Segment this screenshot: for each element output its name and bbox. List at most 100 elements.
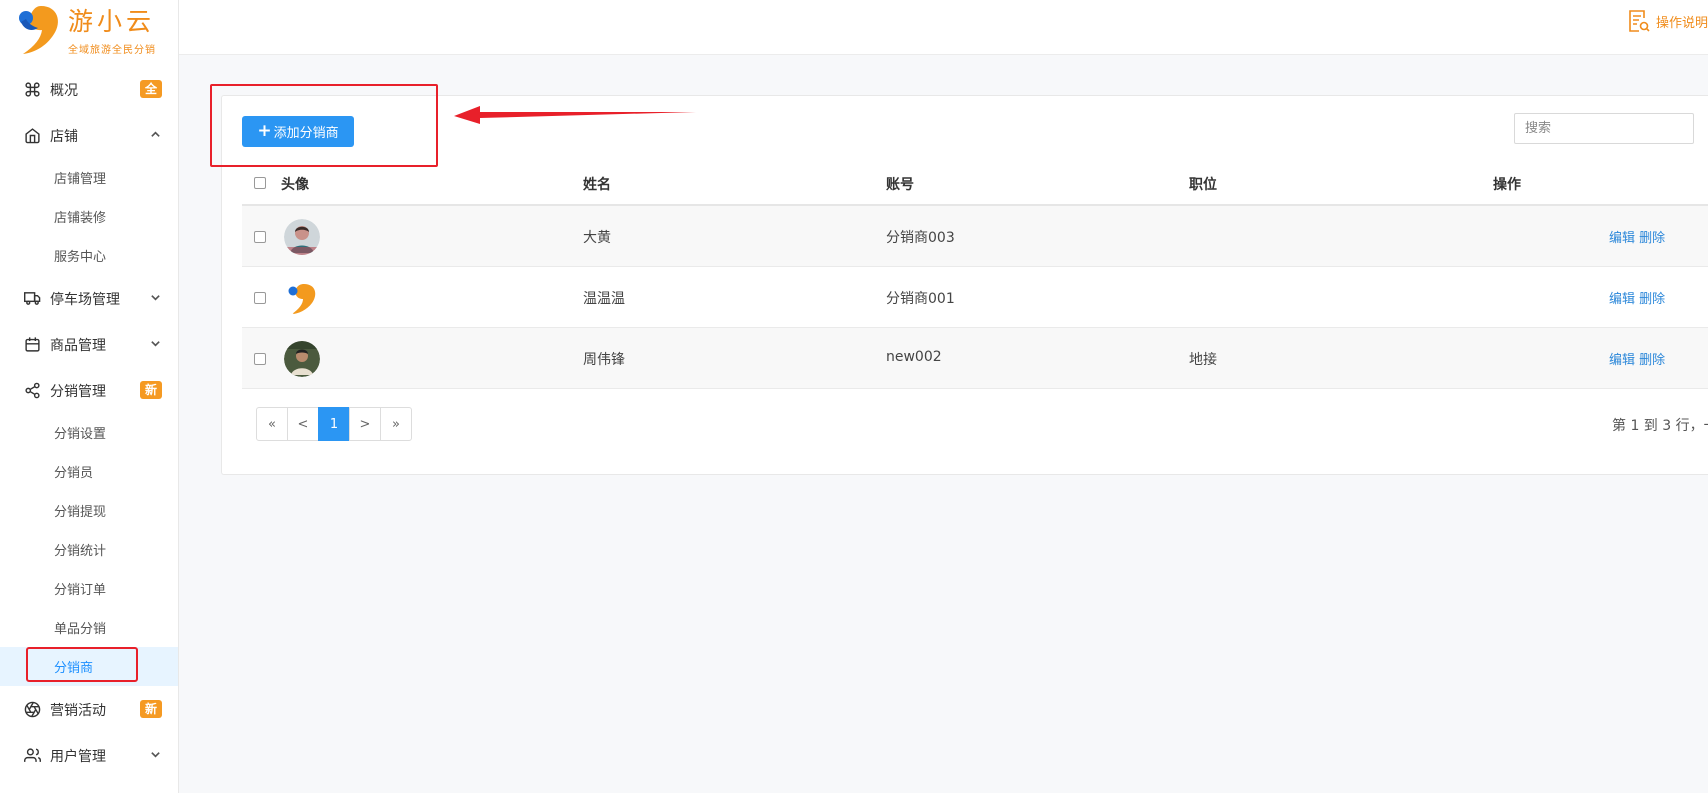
document-search-icon <box>1629 10 1650 32</box>
sidebar-subitem-label: 分销提现 <box>54 505 107 520</box>
sidebar-subitem-label: 服务中心 <box>54 250 107 265</box>
row-actions: 编辑 删除 <box>1609 349 1665 368</box>
help-label: 操作说明 <box>1655 15 1708 31</box>
sidebar-item-label: 商品管理 <box>50 338 106 354</box>
cell-name: 周伟锋 <box>583 352 625 368</box>
badge-new: 新 <box>140 381 162 399</box>
page-next-button[interactable]: > <box>349 407 381 441</box>
cell-name: 温温温 <box>583 291 625 307</box>
avatar <box>284 341 320 377</box>
cell-account: 分销商001 <box>886 291 955 307</box>
top-bar: 操作说明 <box>179 0 1708 55</box>
sidebar-subitem-label: 分销员 <box>54 466 94 481</box>
sidebar-item-label: 停车场管理 <box>50 292 120 308</box>
sidebar-item-parking[interactable]: 停车场管理 <box>0 275 178 321</box>
cell-position: 地接 <box>1189 352 1217 368</box>
column-header-actions: 操作 <box>1493 177 1521 193</box>
row-checkbox[interactable] <box>254 292 266 304</box>
badge-all: 全 <box>140 80 162 98</box>
cell-account: 分销商003 <box>886 230 955 246</box>
sidebar-item-label: 概况 <box>50 83 78 99</box>
row-actions: 编辑 删除 <box>1609 288 1665 307</box>
sidebar: 游小云 全域旅游全民分销 概况 全 店铺 店铺管理 店铺装修 服务中心 停车场管… <box>0 0 179 793</box>
cell-account: new002 <box>886 349 942 365</box>
sidebar-item-label: 用户管理 <box>50 749 106 765</box>
chevron-down-icon <box>151 341 160 347</box>
aperture-icon <box>24 701 41 718</box>
sidebar-subitem-label: 分销设置 <box>54 427 107 442</box>
users-icon <box>24 748 41 762</box>
sidebar-subitem-label: 分销订单 <box>54 583 107 598</box>
sidebar-subitem-single-product[interactable]: 单品分销 <box>0 608 178 647</box>
sidebar-subitem-orders[interactable]: 分销订单 <box>0 569 178 608</box>
sidebar-nav: 概况 全 店铺 店铺管理 店铺装修 服务中心 停车场管理 商品管理 分销管理 新 <box>0 66 178 778</box>
row-checkbox[interactable] <box>254 231 266 243</box>
sidebar-item-overview[interactable]: 概况 全 <box>0 66 178 112</box>
chevron-down-icon <box>151 295 160 301</box>
sidebar-item-label: 分销管理 <box>50 384 106 400</box>
cell-name: 大黄 <box>583 230 611 246</box>
delete-link[interactable]: 删除 <box>1639 353 1665 368</box>
column-header-account: 账号 <box>886 177 914 193</box>
home-icon <box>25 128 40 144</box>
sidebar-subitem-label: 单品分销 <box>54 622 107 637</box>
sidebar-item-distribution[interactable]: 分销管理 新 <box>0 367 178 413</box>
sidebar-subitem-distributors-staff[interactable]: 分销员 <box>0 452 178 491</box>
command-icon <box>25 82 40 97</box>
sidebar-subitem-store-decor[interactable]: 店铺装修 <box>0 197 178 236</box>
delete-link[interactable]: 删除 <box>1639 292 1665 307</box>
sidebar-item-users[interactable]: 用户管理 <box>0 732 178 778</box>
chevron-up-icon <box>151 131 160 137</box>
sidebar-item-marketing[interactable]: 营销活动 新 <box>0 686 178 732</box>
edit-link[interactable]: 编辑 <box>1609 231 1635 246</box>
page-number-button[interactable]: 1 <box>318 407 350 441</box>
table-row: 大黄 分销商003 编辑 删除 <box>242 206 1708 267</box>
sidebar-subitem-distribution-settings[interactable]: 分销设置 <box>0 413 178 452</box>
sidebar-item-products[interactable]: 商品管理 <box>0 321 178 367</box>
page-last-button[interactable]: » <box>380 407 412 441</box>
sidebar-item-label: 营销活动 <box>50 703 106 719</box>
edit-link[interactable]: 编辑 <box>1609 353 1635 368</box>
brand-slogan: 全域旅游全民分销 <box>68 45 156 56</box>
brand-name: 游小云 <box>68 7 156 36</box>
page-prev-button[interactable]: < <box>287 407 319 441</box>
table-row: 周伟锋 new002 地接 编辑 删除 <box>242 328 1708 389</box>
sidebar-subitem-service-center[interactable]: 服务中心 <box>0 236 178 275</box>
search-input[interactable] <box>1514 113 1694 144</box>
row-checkbox[interactable] <box>254 353 266 365</box>
pagination: « < 1 > » <box>256 407 412 441</box>
distributor-table: 头像 姓名 账号 职位 操作 大黄 分销商003 编辑 删除 温温温 分销商00… <box>242 160 1708 389</box>
sidebar-subitem-label: 店铺装修 <box>54 211 107 226</box>
share-icon <box>25 382 40 399</box>
logo-mark-icon <box>19 6 58 54</box>
brand-logo[interactable]: 游小云 全域旅游全民分销 <box>18 4 168 56</box>
sidebar-subitem-label: 分销统计 <box>54 544 107 559</box>
chevron-down-icon <box>151 752 160 758</box>
sidebar-item-store[interactable]: 店铺 <box>0 112 178 158</box>
row-actions: 编辑 删除 <box>1609 227 1665 246</box>
calendar-icon <box>25 337 40 352</box>
column-header-name: 姓名 <box>583 177 611 193</box>
sidebar-subitem-label: 店铺管理 <box>54 172 107 187</box>
sidebar-subitem-label: 分销商 <box>54 661 94 676</box>
table-row: 温温温 分销商001 编辑 删除 <box>242 267 1708 328</box>
distributor-panel: + 添加分销商 头像 姓名 账号 职位 操作 大黄 分销商003 <box>221 95 1708 475</box>
badge-new: 新 <box>140 700 162 718</box>
sidebar-subitem-withdrawal[interactable]: 分销提现 <box>0 491 178 530</box>
column-header-avatar: 头像 <box>281 177 309 193</box>
pagination-info: 第 1 到 3 行，一 <box>1612 418 1708 434</box>
sidebar-subitem-distributor[interactable]: 分销商 <box>0 647 178 686</box>
sidebar-subitem-store-manage[interactable]: 店铺管理 <box>0 158 178 197</box>
delete-link[interactable]: 删除 <box>1639 231 1665 246</box>
page-first-button[interactable]: « <box>256 407 288 441</box>
table-header: 头像 姓名 账号 职位 操作 <box>242 160 1708 206</box>
avatar <box>284 219 320 255</box>
select-all-checkbox[interactable] <box>254 177 266 189</box>
avatar <box>284 280 320 316</box>
edit-link[interactable]: 编辑 <box>1609 292 1635 307</box>
help-button[interactable]: 操作说明 <box>1628 8 1708 34</box>
column-header-position: 职位 <box>1189 177 1217 193</box>
sidebar-subitem-statistics[interactable]: 分销统计 <box>0 530 178 569</box>
annotation-highlight-box <box>210 84 438 167</box>
annotation-arrow <box>454 106 696 124</box>
